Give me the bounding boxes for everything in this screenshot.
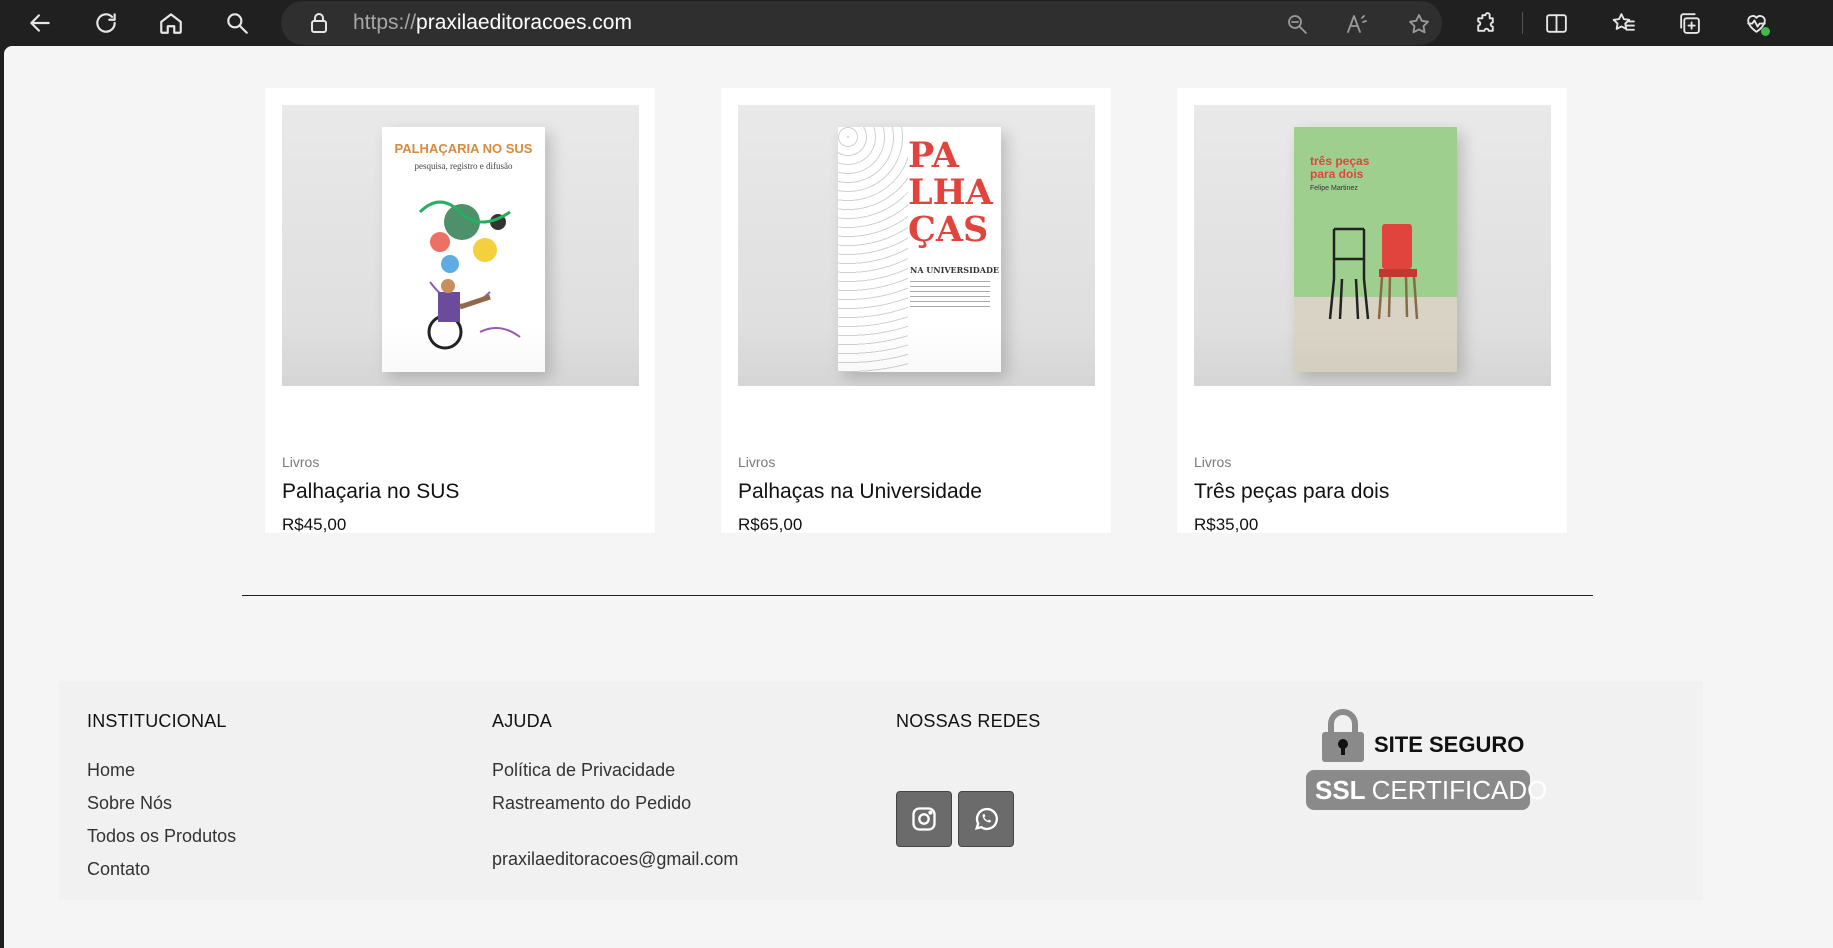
whatsapp-icon[interactable]	[958, 791, 1014, 847]
search-icon[interactable]	[219, 6, 255, 40]
address-bar[interactable]: https://praxilaeditoracoes.com	[281, 1, 1442, 45]
book-cover: PA LHA ÇAS NA UNIVERSIDADE	[838, 127, 1001, 372]
product-card[interactable]: PA LHA ÇAS NA UNIVERSIDADE Livros Palhaç…	[721, 88, 1111, 534]
cover-subtitle: NA UNIVERSIDADE	[910, 265, 999, 275]
book-cover: três peças para dois Felipe Martinez	[1294, 127, 1457, 372]
product-category[interactable]: Livros	[1194, 454, 1231, 470]
browser-essentials-icon[interactable]	[1740, 8, 1772, 38]
section-divider	[242, 595, 1593, 596]
cover-chairs	[1328, 224, 1419, 320]
instagram-icon[interactable]	[896, 791, 952, 847]
url-text[interactable]: https://praxilaeditoracoes.com	[353, 11, 632, 35]
status-dot	[1761, 27, 1770, 36]
zoom-out-icon[interactable]	[1283, 10, 1311, 38]
favorites-icon[interactable]	[1607, 8, 1639, 38]
product-price: R$35,00	[1194, 515, 1259, 534]
padlock-icon	[1322, 709, 1364, 762]
ssl-text: SSL	[1315, 774, 1366, 805]
cover-title: PALHAÇARIA NO SUS	[394, 141, 533, 156]
footer-link-privacidade[interactable]: Política de Privacidade	[492, 760, 675, 781]
product-card[interactable]: três peças para dois Felipe Martinez Liv…	[1177, 88, 1567, 534]
product-image[interactable]: PA LHA ÇAS NA UNIVERSIDADE	[738, 105, 1095, 386]
product-category[interactable]: Livros	[738, 454, 775, 470]
footer-link-home[interactable]: Home	[87, 760, 135, 781]
product-title[interactable]: Três peças para dois	[1194, 480, 1389, 504]
cover-pattern	[838, 127, 908, 372]
toolbar-separator	[1522, 12, 1523, 34]
split-screen-icon[interactable]	[1540, 8, 1572, 38]
site-footer: INSTITUCIONAL Home Sobre Nós Todos os Pr…	[59, 681, 1703, 900]
ssl-site-seguro-text: SITE SEGURO	[1374, 732, 1525, 757]
favorite-star-icon[interactable]	[1405, 10, 1433, 38]
footer-heading-ajuda: AJUDA	[492, 711, 553, 731]
product-title[interactable]: Palhaçaria no SUS	[282, 480, 459, 504]
product-image[interactable]: três peças para dois Felipe Martinez	[1194, 105, 1551, 386]
cover-title: PA LHA ÇAS	[908, 135, 993, 250]
browser-toolbar: https://praxilaeditoracoes.com	[0, 0, 1833, 46]
footer-link-sobre-nos[interactable]: Sobre Nós	[87, 793, 172, 814]
refresh-icon[interactable]	[88, 6, 124, 40]
footer-link-contato[interactable]: Contato	[87, 859, 150, 880]
cover-illustration	[418, 200, 521, 350]
extensions-icon[interactable]	[1469, 8, 1501, 38]
product-card[interactable]: PALHAÇARIA NO SUS pesquisa, registro e d…	[265, 88, 655, 534]
cover-title: três peças para dois	[1310, 154, 1370, 181]
footer-link-rastreamento[interactable]: Rastreamento do Pedido	[492, 793, 691, 814]
footer-link-todos-produtos[interactable]: Todos os Produtos	[87, 826, 236, 847]
book-cover: PALHAÇARIA NO SUS pesquisa, registro e d…	[382, 127, 545, 372]
cover-subtitle: Felipe Martinez	[1310, 185, 1358, 192]
page-viewport: PALHAÇARIA NO SUS pesquisa, registro e d…	[4, 46, 1833, 948]
read-aloud-icon[interactable]	[1343, 10, 1371, 38]
footer-heading-institucional: INSTITUCIONAL	[87, 711, 227, 731]
ssl-seal: SITE SEGURO SSL CERTIFICADO	[1306, 708, 1547, 810]
footer-heading-redes: NOSSAS REDES	[896, 711, 1041, 731]
footer-email-link[interactable]: praxilaeditoracoes@gmail.com	[492, 849, 738, 870]
product-price: R$65,00	[738, 515, 803, 534]
lock-icon[interactable]	[307, 11, 331, 39]
url-protocol: https://	[353, 11, 417, 34]
url-host: praxilaeditoracoes.com	[416, 11, 632, 34]
ssl-certificado-badge: SSL CERTIFICADO	[1306, 770, 1547, 810]
cover-subtitle: pesquisa, registro e difusão	[414, 161, 513, 171]
product-category[interactable]: Livros	[282, 454, 319, 470]
cover-text-lines	[910, 281, 990, 311]
back-arrow-icon[interactable]	[22, 6, 58, 40]
product-image[interactable]: PALHAÇARIA NO SUS pesquisa, registro e d…	[282, 105, 639, 386]
certificado-text: CERTIFICADO	[1371, 774, 1548, 805]
product-price: R$45,00	[282, 515, 347, 534]
collections-icon[interactable]	[1673, 8, 1705, 38]
home-icon[interactable]	[153, 6, 189, 40]
product-title[interactable]: Palhaças na Universidade	[738, 480, 982, 504]
